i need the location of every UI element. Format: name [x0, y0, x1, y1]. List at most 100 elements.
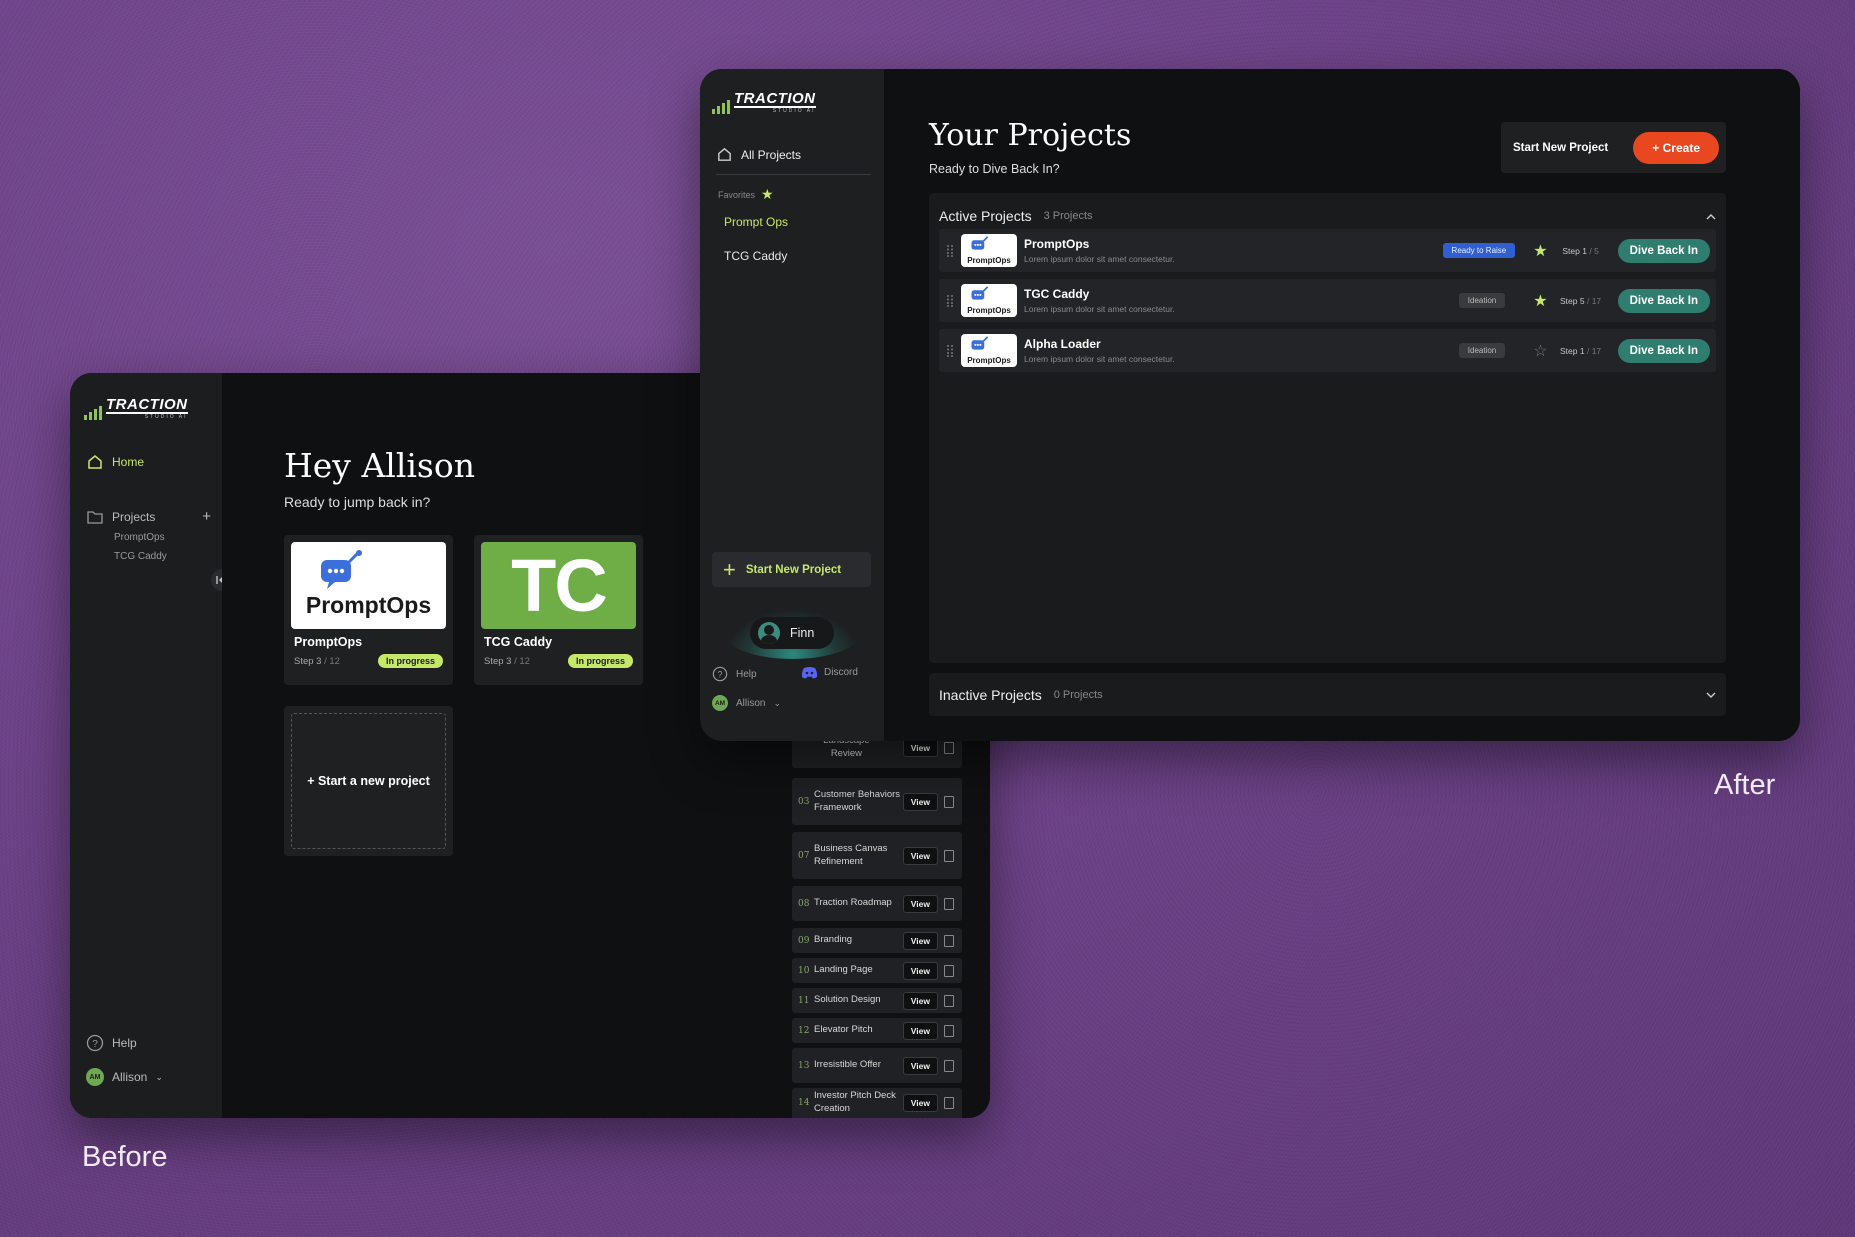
table-row[interactable]: PromptOps Alpha Loader Lorem ipsum dolor … [939, 329, 1716, 372]
star-filled-icon[interactable]: ★ [1533, 291, 1547, 311]
list-item[interactable]: 14 Investor Pitch Deck Creation View [792, 1088, 962, 1118]
svg-text:?: ? [92, 1039, 98, 1050]
page-subtitle: Ready to jump back in? [284, 494, 431, 510]
inactive-projects-panel[interactable]: Inactive Projects 0 Projects [929, 673, 1726, 716]
view-button[interactable]: View [902, 792, 938, 811]
favorite-item-prompt-ops[interactable]: Prompt Ops [724, 215, 788, 229]
view-button[interactable]: View [902, 961, 938, 980]
chevron-up-icon[interactable] [1706, 207, 1716, 225]
main-content: Your Projects Ready to Dive Back In? Sta… [884, 69, 1800, 741]
stage-badge: Ready to Raise [1442, 243, 1516, 258]
help-icon: ? [86, 1034, 104, 1052]
document-icon[interactable] [944, 897, 954, 910]
project-name: PromptOps [1024, 237, 1090, 251]
star-filled-icon[interactable]: ★ [1533, 241, 1547, 261]
chevron-down-icon: ⌄ [773, 697, 782, 708]
assistant-avatar [758, 622, 780, 644]
page-title: Your Projects [929, 118, 1132, 153]
folder-icon [86, 509, 104, 525]
projects-label: Projects [112, 509, 156, 524]
list-item[interactable]: 11 Solution Design View [792, 988, 962, 1013]
document-icon[interactable] [944, 741, 954, 754]
step-indicator: Step 1 / 17 [1560, 345, 1602, 356]
document-icon[interactable] [944, 994, 954, 1007]
section-count: 0 Projects [1053, 688, 1103, 701]
list-item[interactable]: 03 Customer Behaviors Framework View [792, 778, 962, 825]
chat-robot-icon [319, 550, 363, 595]
start-new-project-button[interactable]: + Start New Project [712, 552, 871, 587]
list-item[interactable]: 08 Traction Roadmap View [792, 886, 962, 921]
sidebar-item-all-projects[interactable]: All Projects [716, 146, 801, 163]
table-row[interactable]: PromptOps PromptOps Lorem ipsum dolor sit… [939, 229, 1716, 272]
document-icon[interactable] [944, 964, 954, 977]
before-caption: Before [82, 1141, 168, 1173]
document-icon[interactable] [944, 934, 954, 947]
start-new-project-panel: Start New Project + Create [1501, 122, 1726, 173]
divider [716, 174, 871, 175]
step-indicator: Step 1 / 5 [1562, 245, 1599, 256]
view-button[interactable]: View [902, 738, 938, 757]
project-subitem-promptops[interactable]: PromptOps [114, 532, 165, 543]
help-link[interactable]: ? Help [86, 1034, 137, 1052]
add-project-icon[interactable]: + [202, 508, 211, 525]
active-projects-header[interactable]: Active Projects 3 Projects [939, 207, 1716, 225]
chat-robot-icon [971, 236, 989, 250]
stage-badge: Ideation [1458, 293, 1506, 308]
table-row[interactable]: PromptOps TGC Caddy Lorem ipsum dolor sit… [939, 279, 1716, 322]
section-count: 3 Projects [1043, 210, 1093, 222]
dive-back-in-button[interactable]: Dive Back In [1617, 288, 1710, 313]
star-outline-icon[interactable]: ☆ [1533, 341, 1547, 361]
home-icon [716, 146, 733, 163]
document-icon[interactable] [944, 1024, 954, 1037]
user-menu[interactable]: AM Allison ⌄ [712, 695, 781, 711]
drag-handle-icon[interactable] [939, 244, 961, 257]
plus-icon: + [723, 556, 736, 582]
sidebar-item-home[interactable]: Home [86, 453, 144, 471]
drag-handle-icon[interactable] [939, 294, 961, 307]
assistant-button-finn[interactable]: Finn [750, 617, 834, 649]
dive-back-in-button[interactable]: Dive Back In [1617, 238, 1710, 263]
document-icon[interactable] [944, 795, 954, 808]
create-button[interactable]: + Create [1633, 131, 1719, 164]
project-card-promptops[interactable]: PromptOps PromptOps Step 3 / 12 In progr… [284, 535, 453, 685]
project-subitem-tcg-caddy[interactable]: TCG Caddy [114, 551, 167, 562]
assistant-name: Finn [790, 626, 815, 640]
dive-back-in-button[interactable]: Dive Back In [1617, 338, 1710, 363]
list-item[interactable]: 09 Branding View [792, 928, 962, 953]
project-card-tcg-caddy[interactable]: TC TCG Caddy Step 3 / 12 In progress [474, 535, 643, 685]
project-logo: PromptOps [961, 284, 1017, 317]
view-button[interactable]: View [902, 846, 938, 865]
thumbnail-text: PromptOps [305, 592, 432, 618]
view-button[interactable]: View [902, 1021, 938, 1040]
start-new-project-card[interactable]: + Start a new project [284, 706, 453, 856]
drag-handle-icon[interactable] [939, 344, 961, 357]
user-menu[interactable]: AM Allison ⌄ [86, 1068, 163, 1086]
help-link[interactable]: ? Help [712, 666, 757, 682]
page-title: Hey Allison [284, 446, 475, 485]
chevron-down-icon[interactable] [1706, 686, 1716, 704]
view-button[interactable]: View [902, 931, 938, 950]
document-icon[interactable] [944, 1097, 954, 1109]
list-item[interactable]: 12 Elevator Pitch View [792, 1018, 962, 1043]
home-icon [86, 453, 104, 471]
document-icon[interactable] [944, 1059, 954, 1072]
list-item[interactable]: 07 Business Canvas Refinement View [792, 832, 962, 879]
view-button[interactable]: View [902, 1094, 938, 1112]
view-button[interactable]: View [902, 991, 938, 1010]
project-name: Alpha Loader [1024, 337, 1101, 351]
help-label: Help [736, 668, 757, 680]
chat-robot-icon [971, 286, 989, 300]
traction-logo: TRACTION STUDIO AI [712, 91, 816, 114]
list-item[interactable]: 10 Landing Page View [792, 958, 962, 983]
favorite-item-tcg-caddy[interactable]: TCG Caddy [724, 249, 787, 263]
sidebar-item-projects[interactable]: Projects + [86, 508, 211, 525]
project-name: TGC Caddy [1024, 287, 1090, 301]
view-button[interactable]: View [902, 1056, 938, 1075]
discord-link[interactable]: Discord [801, 666, 858, 679]
list-item[interactable]: 13 Irresistible Offer View [792, 1048, 962, 1083]
start-new-project-label: + Start a new project [291, 713, 446, 849]
view-button[interactable]: View [902, 894, 938, 913]
document-icon[interactable] [944, 849, 954, 862]
card-title: TCG Caddy [484, 635, 553, 649]
all-projects-label: All Projects [741, 147, 802, 162]
